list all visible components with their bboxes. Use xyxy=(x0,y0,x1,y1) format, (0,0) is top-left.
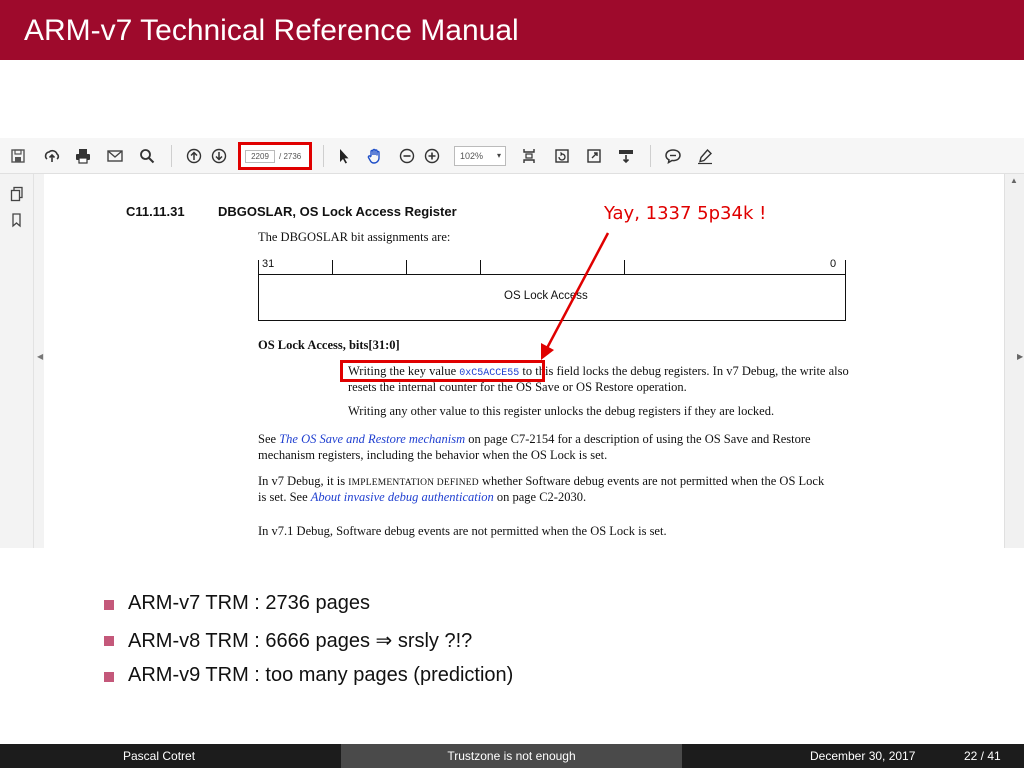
list-item: ARM-v8 TRM : 6666 pages ⇒ srsly ?!? xyxy=(104,628,804,664)
email-icon[interactable] xyxy=(106,147,124,165)
bullet-list: ARM-v7 TRM : 2736 pages ARM-v8 TRM : 666… xyxy=(104,592,804,700)
fullscreen-icon[interactable] xyxy=(585,147,603,165)
field-desc-line2: resets the internal counter for the OS S… xyxy=(348,380,687,394)
page-total: / 2736 xyxy=(279,152,302,161)
bit-tick xyxy=(258,260,259,274)
pdf-toolbar: 2209 / 2736 102% ▾ xyxy=(0,138,1024,174)
zoom-out-icon[interactable] xyxy=(398,147,416,165)
page-up-icon[interactable] xyxy=(185,147,203,165)
see-text: See xyxy=(258,432,280,446)
chevron-down-icon: ▾ xyxy=(496,151,501,160)
see-paragraph-line1: See The OS Save and Restore mechanism on… xyxy=(258,432,811,447)
pdf-sidebar xyxy=(0,174,34,548)
zoom-select[interactable]: 102% ▾ xyxy=(454,146,506,166)
bit-low-label: 0 xyxy=(830,258,837,270)
sign-icon[interactable] xyxy=(696,147,714,165)
next-page-icon[interactable]: ▶ xyxy=(1017,352,1023,361)
footer-page-number: 22 / 41 xyxy=(964,749,1001,763)
bullet-marker xyxy=(104,672,114,682)
bookmark-icon[interactable] xyxy=(9,212,25,228)
annotation-text: Yay, 1337 5p34k ! xyxy=(604,203,767,224)
field-desc-text: to this field locks the debug registers.… xyxy=(519,364,849,378)
toolbar-separator xyxy=(650,145,651,167)
rotate-icon[interactable] xyxy=(553,147,571,165)
sidebar-toggle-icon[interactable]: ◀ xyxy=(37,352,43,361)
scroll-up-icon[interactable]: ▲ xyxy=(1010,176,1018,185)
pdf-page: C11.11.31 DBGOSLAR, OS Lock Access Regis… xyxy=(44,174,1004,548)
section-number: C11.11.31 xyxy=(126,204,185,219)
section-title: DBGOSLAR, OS Lock Access Register xyxy=(218,204,457,219)
toolbar-separator xyxy=(323,145,324,167)
upload-icon[interactable] xyxy=(43,147,61,165)
footer-talk-title: Trustzone is not enough xyxy=(341,744,682,768)
list-item: ARM-v7 TRM : 2736 pages xyxy=(104,592,804,628)
invasive-debug-link[interactable]: About invasive debug authentication xyxy=(311,490,494,504)
v7-text: is set. See xyxy=(258,490,311,504)
field-desc-unlock: Writing any other value to this register… xyxy=(348,404,775,418)
slide-title: ARM-v7 Technical Reference Manual xyxy=(24,14,519,47)
hand-icon[interactable] xyxy=(366,147,384,165)
see-text: on page C7-2154 for a description of usi… xyxy=(465,432,811,446)
pages-icon[interactable] xyxy=(9,186,25,202)
register-field-label: OS Lock Access xyxy=(504,290,588,302)
bullet-marker xyxy=(104,636,114,646)
toolbar-separator xyxy=(171,145,172,167)
see-paragraph-line2: mechanism registers, including the behav… xyxy=(258,448,608,462)
pdf-viewer-screenshot: 2209 / 2736 102% ▾ ◀ C11.11.31 DBGOSLAR,… xyxy=(0,138,1024,548)
v7-paragraph-line2: is set. See About invasive debug authent… xyxy=(258,490,586,505)
bit-tick xyxy=(480,260,481,274)
impl-defined-text: IMPLEMENTATION DEFINED xyxy=(348,478,479,488)
v7-text: whether Software debug events are not pe… xyxy=(478,474,825,488)
zoom-value: 102% xyxy=(460,151,484,161)
footer-author: Pascal Cotret xyxy=(123,749,196,763)
vertical-scrollbar[interactable]: ▲ ▶ xyxy=(1004,174,1024,548)
v7-text: on page C2-2030. xyxy=(493,490,587,504)
comment-icon[interactable] xyxy=(664,147,682,165)
bullet-text: ARM-v9 TRM : too many pages (prediction) xyxy=(128,664,514,686)
bullet-text: ARM-v8 TRM : 6666 pages ⇒ srsly ?!? xyxy=(128,630,473,652)
bit-tick xyxy=(845,260,846,274)
zoom-in-icon[interactable] xyxy=(423,147,441,165)
page-number-highlight: 2209 / 2736 xyxy=(238,142,312,170)
bit-tick xyxy=(332,260,333,274)
bit-high-label: 31 xyxy=(262,258,275,270)
footer-right: December 30, 2017 22 / 41 xyxy=(682,744,1024,768)
print-icon[interactable] xyxy=(74,147,92,165)
page-number-input[interactable]: 2209 xyxy=(245,150,275,163)
bullet-marker xyxy=(104,600,114,610)
save-icon[interactable] xyxy=(9,147,27,165)
list-item: ARM-v9 TRM : too many pages (prediction) xyxy=(104,664,804,700)
os-save-restore-link[interactable]: The OS Save and Restore mechanism xyxy=(279,432,465,446)
key-value-highlight xyxy=(340,360,545,382)
slide-footer: Pascal Cotret Trustzone is not enough De… xyxy=(0,744,1024,768)
download-icon[interactable] xyxy=(617,147,635,165)
intro-text: The DBGOSLAR bit assignments are: xyxy=(258,230,451,244)
v7-text: In v7 Debug, it is xyxy=(258,474,349,488)
v71-paragraph: In v7.1 Debug, Software debug events are… xyxy=(258,524,667,538)
v7-paragraph-line1: In v7 Debug, it is IMPLEMENTATION DEFINE… xyxy=(258,474,824,489)
footer-date: December 30, 2017 xyxy=(810,749,916,763)
footer-left: Pascal Cotret xyxy=(0,744,341,768)
pointer-icon[interactable] xyxy=(335,147,353,165)
field-heading: OS Lock Access, bits[31:0] xyxy=(258,338,400,352)
bit-tick xyxy=(624,260,625,274)
bullet-text: ARM-v7 TRM : 2736 pages xyxy=(128,592,370,614)
slide-title-bar: ARM-v7 Technical Reference Manual xyxy=(0,0,1024,60)
search-icon[interactable] xyxy=(138,147,156,165)
page-down-icon[interactable] xyxy=(210,147,228,165)
bit-tick xyxy=(406,260,407,274)
fit-page-icon[interactable] xyxy=(520,147,538,165)
